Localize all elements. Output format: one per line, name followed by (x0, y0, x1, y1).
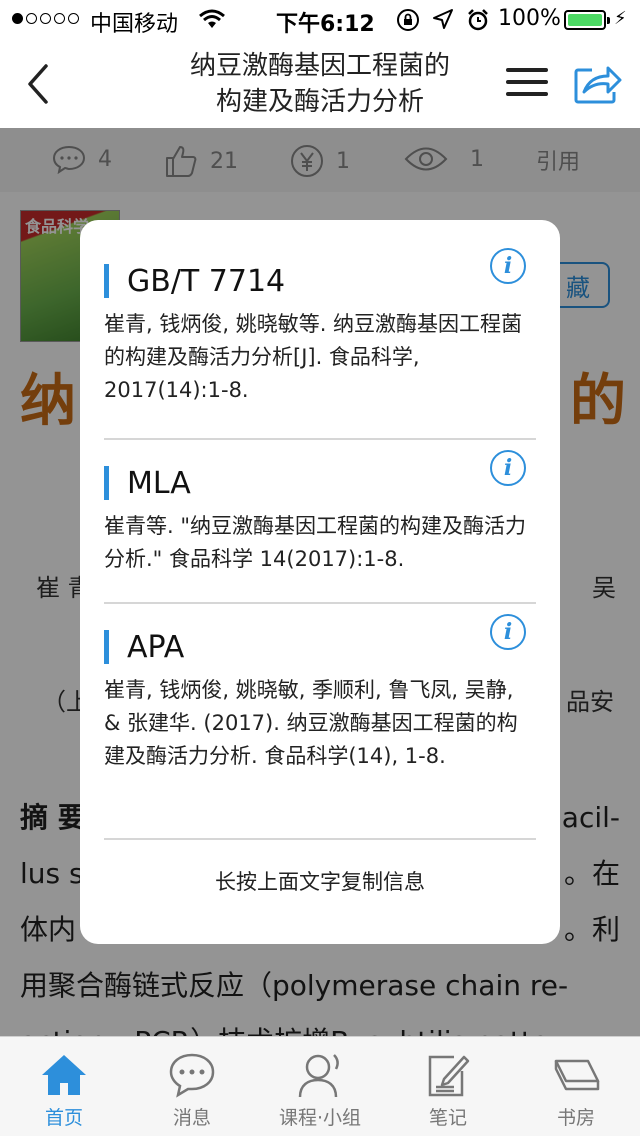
bookshelf-icon (554, 1059, 600, 1091)
signal-strength-icon (12, 13, 79, 24)
carrier-name: 中国移动 (90, 12, 179, 37)
wifi-icon (199, 9, 225, 28)
info-icon[interactable]: i (490, 450, 526, 486)
info-icon[interactable]: i (490, 248, 526, 284)
navigation-bar: 纳豆激酶基因工程菌的 构建及酶活力分析 (0, 40, 640, 128)
hamburger-icon (506, 68, 548, 72)
status-time: 下午6:12 (276, 12, 375, 37)
back-button[interactable] (24, 62, 58, 106)
copy-hint: 长按上面文字复制信息 (215, 870, 425, 894)
charging-icon: ⚡ (614, 8, 627, 29)
citation-format-label: GB/T 7714 (127, 263, 286, 299)
orientation-lock-icon (397, 9, 419, 31)
citation-block-mla: MLA i 崔青等. "纳豆激酶基因工程菌的构建及酶活力分析." 食品科学 14… (104, 440, 536, 604)
location-icon (433, 9, 453, 29)
alarm-icon (468, 9, 488, 31)
citation-text[interactable]: 崔青等. "纳豆激酶基因工程菌的构建及酶活力分析." 食品科学 14(2017)… (104, 510, 536, 576)
tab-bookshelf[interactable]: 书房 (512, 1037, 640, 1136)
citation-accent-bar (104, 630, 109, 664)
citation-format-label: MLA (127, 465, 191, 501)
tab-notes[interactable]: 笔记 (384, 1037, 512, 1136)
info-icon[interactable]: i (490, 614, 526, 650)
tab-messages[interactable]: 消息 (128, 1037, 256, 1136)
tab-courses-groups[interactable]: 课程·小组 (256, 1037, 384, 1136)
menu-button[interactable] (506, 68, 548, 102)
citation-text[interactable]: 崔青, 钱炳俊, 姚晓敏等. 纳豆激酶基因工程菌的构建及酶活力分析[J]. 食品… (104, 308, 536, 407)
share-button[interactable] (572, 62, 622, 106)
tab-label: 课程·小组 (278, 1107, 362, 1129)
tab-label: 笔记 (428, 1107, 467, 1129)
tab-label: 首页 (44, 1107, 83, 1129)
page-title: 纳豆激酶基因工程菌的 构建及酶活力分析 (150, 48, 490, 120)
tab-label: 书房 (556, 1107, 595, 1129)
tab-home[interactable]: 首页 (0, 1037, 128, 1136)
note-icon (428, 1055, 470, 1097)
tab-bar: 首页 消息 课程·小组 笔记 书房 (0, 1036, 640, 1136)
battery-percentage: 100% (498, 6, 561, 31)
citation-block-gbt7714: GB/T 7714 i 崔青, 钱炳俊, 姚晓敏等. 纳豆激酶基因工程菌的构建及… (104, 220, 536, 440)
page-title-line2: 构建及酶活力分析 (215, 87, 424, 117)
tab-label: 消息 (172, 1107, 211, 1129)
message-icon (169, 1053, 215, 1098)
page-title-line1: 纳豆激酶基因工程菌的 (189, 51, 450, 81)
person-icon (298, 1054, 339, 1098)
citation-accent-bar (104, 264, 109, 298)
citation-accent-bar (104, 466, 109, 500)
battery-icon (564, 10, 610, 30)
status-bar: 中国移动 下午6:12 100% ⚡ (0, 0, 640, 40)
citation-format-label: APA (127, 629, 185, 665)
citation-block-apa: APA i 崔青, 钱炳俊, 姚晓敏, 季顺利, 鲁飞凤, 吴静, & 张建华.… (104, 604, 536, 840)
citation-modal: GB/T 7714 i 崔青, 钱炳俊, 姚晓敏等. 纳豆激酶基因工程菌的构建及… (80, 220, 560, 944)
citation-text[interactable]: 崔青, 钱炳俊, 姚晓敏, 季顺利, 鲁飞凤, 吴静, & 张建华. (2017… (104, 674, 536, 773)
home-icon (42, 1055, 86, 1095)
